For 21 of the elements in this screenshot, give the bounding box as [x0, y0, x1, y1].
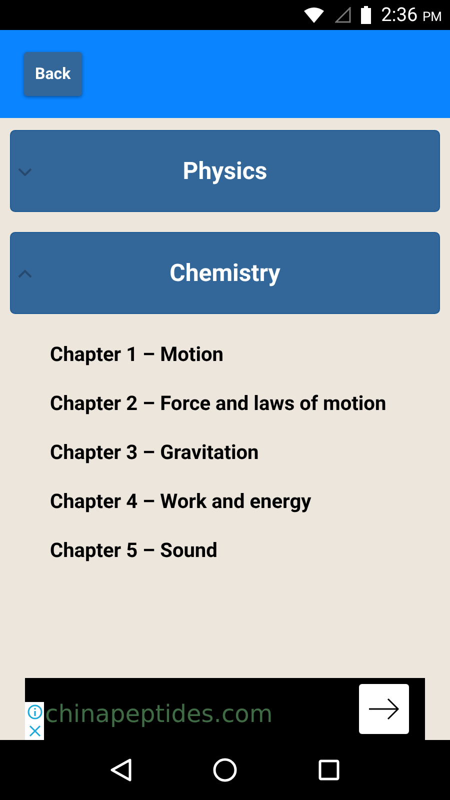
ad-arrow-button[interactable] [359, 684, 409, 734]
chapter-link[interactable]: Chapter 5 – Sound [50, 536, 440, 564]
recents-icon[interactable] [318, 759, 340, 781]
section-header[interactable]: Physics [10, 130, 440, 212]
status-time: 2:36 PM [381, 2, 442, 28]
wifi-icon [303, 7, 326, 23]
chapter-link[interactable]: Chapter 3 – Gravitation [50, 438, 440, 466]
chapter-link[interactable]: Chapter 1 – Motion [50, 340, 440, 368]
battery-icon [361, 6, 372, 24]
back-button[interactable]: Back [24, 52, 82, 96]
chevron-down-icon [17, 167, 33, 177]
signal-icon [335, 7, 352, 23]
chevron-up-icon [17, 269, 33, 279]
back-icon[interactable] [110, 758, 132, 782]
arrow-right-icon [368, 698, 400, 720]
section-header[interactable]: Chemistry [10, 232, 440, 314]
close-icon[interactable] [28, 724, 42, 738]
home-icon[interactable] [212, 758, 237, 782]
chapter-link[interactable]: Chapter 4 – Work and energy [50, 487, 440, 515]
info-icon[interactable] [26, 704, 42, 720]
chapter-link[interactable]: Chapter 2 – Force and laws of motion [50, 389, 440, 417]
